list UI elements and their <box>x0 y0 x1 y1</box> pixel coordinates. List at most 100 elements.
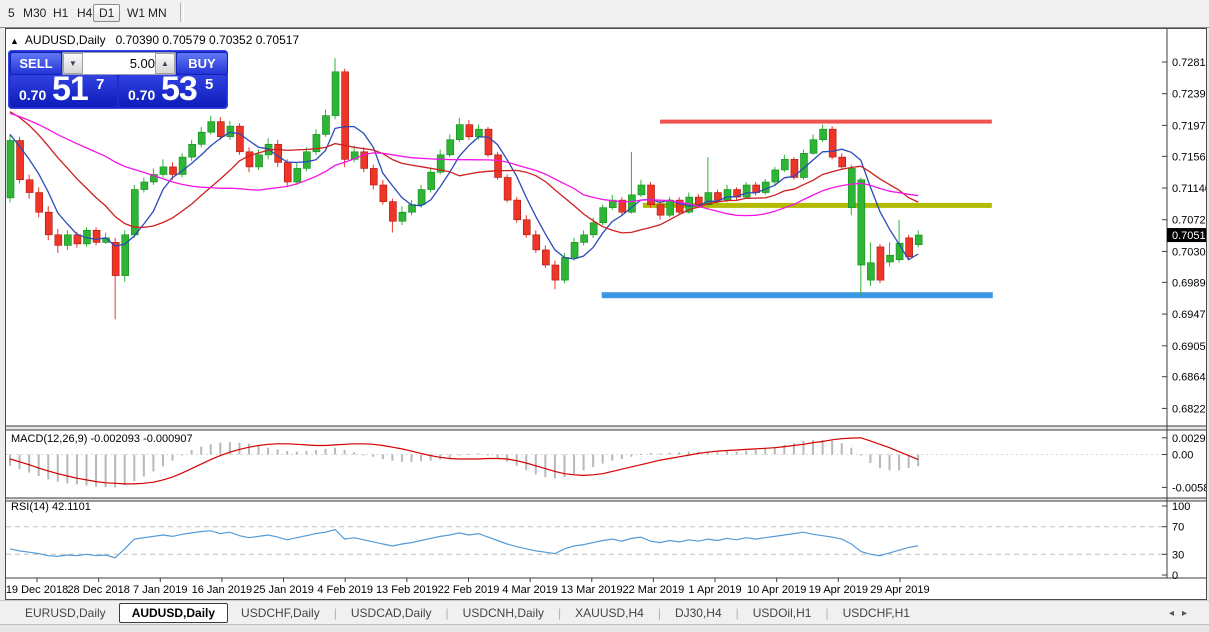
candle-body <box>217 122 224 137</box>
candle-body <box>236 126 243 152</box>
candle-body <box>7 140 14 197</box>
candle-body <box>227 126 234 137</box>
candle-body <box>74 235 81 244</box>
date-axis-label: 13 Feb 2019 <box>376 584 438 596</box>
chart-ohlc-values: 0.70390 0.70579 0.70352 0.70517 <box>116 33 300 47</box>
tab-eurusd-daily[interactable]: EURUSD,Daily <box>12 603 119 623</box>
candle-body <box>772 170 779 182</box>
sell-price-display[interactable]: 0.70 51 7 <box>10 75 117 107</box>
panel-splitter[interactable] <box>6 426 1206 430</box>
date-axis-label: 7 Jan 2019 <box>133 584 187 596</box>
macd-histogram-bar <box>210 444 212 454</box>
price-axis-label: 0.68220 <box>1172 403 1206 415</box>
candle-body <box>762 182 769 193</box>
candle-body <box>552 265 559 280</box>
macd-histogram-bar <box>621 455 623 460</box>
candle-body <box>867 263 874 280</box>
candle-body <box>600 208 607 223</box>
candle-body <box>246 152 253 167</box>
macd-histogram-bar <box>669 453 671 455</box>
tab-dj30-h4[interactable]: DJ30,H4 <box>662 603 735 623</box>
hline-resistance[interactable] <box>660 120 992 124</box>
candle-body <box>36 193 43 213</box>
tab-xauusd-h4[interactable]: XAUUSD,H4 <box>562 603 657 623</box>
macd-histogram-bar <box>535 455 537 475</box>
macd-histogram-bar <box>554 455 556 479</box>
macd-histogram-bar <box>458 455 460 456</box>
chart-header: ▲ AUDUSD,Daily 0.70390 0.70579 0.70352 0.7… <box>10 33 299 47</box>
macd-histogram-bar <box>277 449 279 454</box>
tab-usdoil-h1[interactable]: USDOil,H1 <box>740 603 825 623</box>
macd-histogram-bar <box>315 450 317 455</box>
candle-body <box>389 202 396 222</box>
macd-axis-label: -0.005825 <box>1172 482 1206 494</box>
date-axis-label: 19 Dec 2018 <box>6 584 68 596</box>
status-bar <box>0 624 1209 632</box>
buy-price-display[interactable]: 0.70 53 5 <box>119 75 226 107</box>
price-axis-label: 0.70720 <box>1172 215 1206 227</box>
macd-histogram-bar <box>831 441 833 455</box>
chart-canvas[interactable]: 0.728100.723900.719700.715600.711400.707… <box>6 29 1206 598</box>
macd-histogram-bar <box>917 455 919 467</box>
candle-body <box>370 168 377 185</box>
date-axis[interactable]: 19 Dec 201828 Dec 20187 Jan 201916 Jan 2… <box>6 578 930 596</box>
rsi-axis-label: 100 <box>1172 501 1190 513</box>
volume-input[interactable] <box>83 53 157 74</box>
price-axis[interactable]: 0.728100.723900.719700.715600.711400.707… <box>1162 57 1206 415</box>
date-axis-label: 13 Mar 2019 <box>561 584 623 596</box>
tab-usdchf-h1[interactable]: USDCHF,H1 <box>830 603 923 623</box>
one-click-trading-toggle-icon[interactable]: ▲ <box>10 36 19 46</box>
macd-histogram-bar <box>200 447 202 455</box>
macd-histogram-bar <box>133 455 135 482</box>
candle-body <box>781 159 788 170</box>
current-price-label: 0.70517 <box>1172 230 1206 242</box>
one-click-trading-panel: SELL ▼ ▲ BUY 0.70 51 7 0.70 53 5 <box>8 50 228 109</box>
macd-histogram-bar <box>592 455 594 467</box>
rsi-line <box>10 530 918 558</box>
price-axis-label: 0.68640 <box>1172 372 1206 384</box>
buy-price-sup: 5 <box>205 76 213 93</box>
candle-body <box>93 230 100 242</box>
macd-histogram-bar <box>650 453 652 455</box>
macd-histogram-bar <box>286 451 288 454</box>
macd-histogram-bar <box>353 452 355 454</box>
macd-histogram-bar <box>372 455 374 457</box>
date-axis-label: 16 Jan 2019 <box>192 584 253 596</box>
macd-histogram-bar <box>38 455 40 476</box>
tab-usdcnh-daily[interactable]: USDCNH,Daily <box>450 603 557 623</box>
candle-body <box>332 72 339 116</box>
timeframe-button-mn[interactable]: MN <box>143 4 172 22</box>
macd-histogram-bar <box>9 455 11 466</box>
tab-scroll-arrows[interactable]: ◂▸ <box>1169 608 1195 619</box>
macd-histogram-bar <box>640 454 642 455</box>
macd-histogram-bar <box>688 452 690 455</box>
date-axis-label: 22 Feb 2019 <box>438 584 500 596</box>
tab-usdchf-daily[interactable]: USDCHF,Daily <box>228 603 333 623</box>
macd-histogram-bar <box>267 448 269 455</box>
timeframe-button-d1[interactable]: D1 <box>93 4 120 22</box>
chart-tab-bar: EURUSD,DailyAUDUSD,DailyUSDCHF,Daily|USD… <box>0 600 1209 625</box>
macd-histogram-bar <box>630 455 632 457</box>
macd-histogram-bar <box>296 452 298 455</box>
chart-symbol-label: AUDUSD,Daily <box>25 33 106 47</box>
macd-histogram-bar <box>487 455 489 456</box>
candle-body <box>456 125 463 140</box>
sell-price-big: 51 <box>52 70 88 109</box>
candle-body <box>504 177 511 200</box>
candle-body <box>198 132 205 144</box>
timeframe-button-m30[interactable]: M30 <box>18 4 51 22</box>
timeframe-button-h1[interactable]: H1 <box>48 4 73 22</box>
macd-histogram-bar <box>544 455 546 478</box>
candle-body <box>533 235 540 250</box>
rsi-panel[interactable]: 10070300 <box>6 501 1190 582</box>
macd-histogram-bar <box>602 455 604 464</box>
macd-histogram-bar <box>420 455 422 462</box>
macd-axis-label: 0.00 <box>1172 450 1193 462</box>
price-axis-label: 0.71140 <box>1172 183 1206 195</box>
candle-body <box>112 242 119 275</box>
candle-body <box>131 190 138 235</box>
hline-support[interactable] <box>602 292 993 298</box>
tab-audusd-daily[interactable]: AUDUSD,Daily <box>119 603 228 623</box>
candle-body <box>160 167 167 175</box>
tab-usdcad-daily[interactable]: USDCAD,Daily <box>338 603 445 623</box>
